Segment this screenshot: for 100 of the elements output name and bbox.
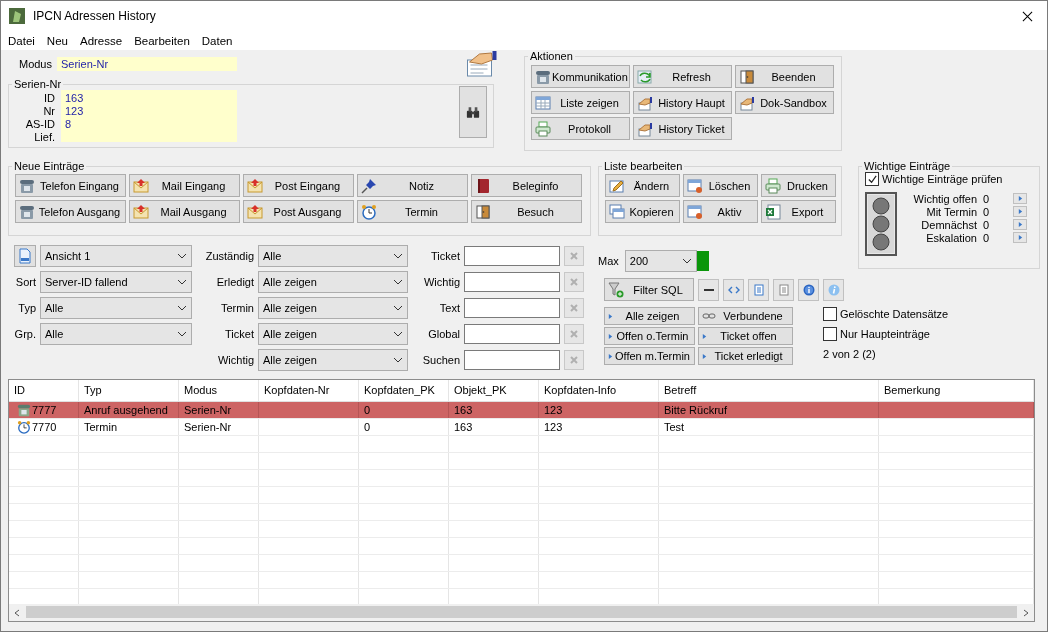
menu-item[interactable]: Adresse [79, 34, 123, 47]
new-entry-button[interactable]: Notiz [357, 174, 468, 197]
scroll-left-icon[interactable] [13, 608, 21, 617]
table-row[interactable]: 7770 Termin Serien-Nr 0 163 123 Test [9, 419, 1034, 436]
menu-item[interactable]: Bearbeiten [134, 34, 190, 47]
action-button[interactable]: Dok-Sandbox [735, 91, 834, 114]
menu-item[interactable]: Datei [8, 34, 35, 47]
filter-input[interactable] [464, 350, 560, 370]
filter-dropdown[interactable]: Alle [40, 297, 192, 319]
column-header[interactable]: Objekt_PK [449, 380, 539, 401]
filter-input[interactable] [464, 272, 560, 292]
list-edit-button[interactable]: Export [761, 200, 836, 223]
checkbox[interactable] [823, 307, 837, 321]
column-header[interactable]: Betreff [659, 380, 879, 401]
action-button[interactable]: History Haupt [633, 91, 732, 114]
counter-value: 0 [982, 192, 991, 205]
column-header[interactable]: Kopfdaten-Info [539, 380, 659, 401]
counter-value: 0 [982, 231, 991, 244]
action-button[interactable]: Kommunikation [531, 65, 630, 88]
new-entry-button[interactable]: Besuch [471, 200, 582, 223]
action-button[interactable]: Refresh [633, 65, 732, 88]
quick-filter-button[interactable]: Ticket offen [698, 327, 793, 345]
column-header[interactable]: Kopfdaten-Nr [259, 380, 359, 401]
action-button[interactable]: Protokoll [531, 117, 630, 140]
info-button[interactable] [798, 278, 819, 301]
list-edit-button[interactable]: Kopieren [605, 200, 680, 223]
counter-label: Eskalation [925, 231, 977, 244]
list-edit-button[interactable]: Drucken [761, 174, 836, 197]
new-entry-button[interactable]: Post Ausgang [243, 200, 354, 223]
checkbox[interactable] [823, 327, 837, 341]
filter-dropdown[interactable]: Alle zeigen [258, 323, 408, 345]
filter-label: Typ [17, 302, 36, 314]
filter-sql-button[interactable]: Filter SQL [604, 278, 694, 301]
window-icon [687, 177, 703, 194]
quick-filter-button[interactable]: Verbundene [698, 307, 793, 325]
max-dropdown[interactable]: 200 [624, 250, 697, 272]
door-icon [475, 203, 491, 220]
quick-filter-button[interactable]: Ticket erledigt [698, 347, 793, 365]
quick-filter-button[interactable]: Offen m.Termin [604, 347, 695, 365]
quick-filter-button[interactable]: Offen o.Termin [604, 327, 695, 345]
refresh-icon [637, 68, 653, 85]
field-value: 163 [65, 92, 84, 104]
column-header[interactable]: Modus [179, 380, 259, 401]
filter-input[interactable] [464, 246, 560, 266]
arrow-button[interactable] [1013, 193, 1027, 204]
column-header[interactable]: Kopfdaten_PK [359, 380, 449, 401]
filter-dropdown[interactable]: Alle zeigen [258, 297, 408, 319]
filter-dropdown[interactable]: Ansicht 1 [40, 245, 192, 267]
field-label: Lief. [34, 131, 55, 144]
hand-document-icon[interactable] [465, 50, 498, 78]
column-header[interactable]: Typ [79, 380, 179, 401]
action-button[interactable]: Liste zeigen [531, 91, 630, 114]
list-edit-button[interactable]: Ändern [605, 174, 680, 197]
arrow-button[interactable] [1013, 206, 1027, 217]
column-header[interactable]: Bemerkung [879, 380, 1034, 401]
checkbox-label: Gelöschte Datensätze [840, 308, 949, 320]
document-button[interactable] [748, 278, 769, 301]
new-entry-button[interactable]: Telefon Eingang [15, 174, 126, 197]
new-entry-button[interactable]: Telefon Ausgang [15, 200, 126, 223]
field-value: 123 [65, 105, 84, 117]
new-entry-button[interactable]: Mail Eingang [129, 174, 240, 197]
new-entry-button[interactable]: Beleginfo [471, 174, 582, 197]
document-icon [777, 283, 790, 296]
action-button[interactable]: Beenden [735, 65, 834, 88]
view-button[interactable] [14, 245, 36, 267]
new-entry-button[interactable]: Post Eingang [243, 174, 354, 197]
quick-filter-button[interactable]: Alle zeigen [604, 307, 695, 325]
cross-icon [569, 355, 579, 365]
list-edit-button[interactable]: Aktiv [683, 200, 758, 223]
filter-label: Ticket [224, 328, 254, 340]
scroll-thumb[interactable] [26, 606, 1017, 618]
code-button[interactable] [723, 278, 744, 301]
action-button[interactable]: History Ticket [633, 117, 732, 140]
phone-icon [19, 177, 35, 194]
horizontal-scrollbar[interactable] [9, 604, 1034, 621]
close-icon[interactable] [1022, 10, 1033, 22]
new-entry-button[interactable]: Mail Ausgang [129, 200, 240, 223]
list-edit-button[interactable]: Löschen [683, 174, 758, 197]
filter-input[interactable] [464, 324, 560, 344]
arrow-button[interactable] [1013, 219, 1027, 230]
filter-input[interactable] [464, 298, 560, 318]
checkbox[interactable] [865, 172, 879, 186]
menu-item[interactable]: Neu [46, 34, 68, 47]
filter-dropdown[interactable]: Server-ID fallend [40, 271, 192, 293]
check-option[interactable]: Nur Haupteinträge [823, 327, 949, 341]
scroll-right-icon[interactable] [1022, 608, 1030, 617]
minus-button[interactable] [698, 278, 719, 301]
filter-dropdown[interactable]: Alle zeigen [258, 271, 408, 293]
check-option[interactable]: Wichtige Einträge prüfen [865, 172, 1033, 186]
new-entry-button[interactable]: Termin [357, 200, 468, 223]
check-option[interactable]: Gelöschte Datensätze [823, 307, 949, 321]
column-header[interactable]: ID [9, 380, 79, 401]
hand-icon [739, 94, 755, 111]
filter-dropdown[interactable]: Alle [258, 245, 408, 267]
filter-dropdown[interactable]: Alle zeigen [258, 349, 408, 371]
search-button[interactable] [459, 86, 487, 138]
filter-dropdown[interactable]: Alle [40, 323, 192, 345]
menu-item[interactable]: Daten [201, 34, 233, 47]
arrow-button[interactable] [1013, 232, 1027, 243]
table-row[interactable]: 7777 Anruf ausgehend Serien-Nr 0 163 123 Bitte Rückruf [9, 402, 1034, 419]
